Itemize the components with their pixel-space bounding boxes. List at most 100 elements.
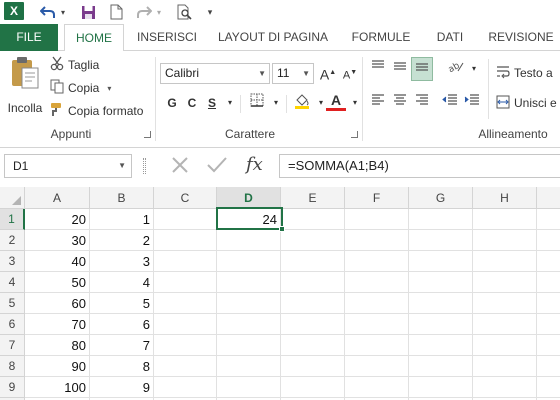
underline-button[interactable]: S (202, 93, 222, 113)
cell-a3[interactable]: 40 (25, 251, 89, 272)
row-header-6[interactable]: 6 (0, 314, 25, 335)
name-box[interactable]: D1 ▼ (4, 154, 132, 178)
align-left-button[interactable] (368, 93, 388, 113)
print-preview-icon[interactable] (174, 2, 194, 22)
orientation-dropdown-icon[interactable]: ▾ (464, 59, 484, 79)
cell-a8[interactable]: 90 (25, 356, 89, 377)
wrap-text-icon (496, 65, 510, 82)
row-header-5[interactable]: 5 (0, 293, 25, 314)
tab-formulas[interactable]: FORMULE (344, 24, 418, 51)
insert-function-button[interactable]: fx (246, 154, 263, 175)
row-header-1[interactable]: 1 (0, 209, 25, 230)
column-header-a[interactable]: A (25, 187, 90, 209)
column-header-c[interactable]: C (154, 187, 217, 209)
cancel-icon[interactable] (170, 155, 190, 178)
formula-input[interactable]: =SOMMA(A1;B4) (279, 154, 560, 178)
cell-b6[interactable]: 6 (90, 314, 153, 335)
cut-button[interactable]: Taglia (50, 55, 99, 75)
column-header-f[interactable]: F (345, 187, 409, 209)
select-all-button[interactable] (0, 187, 25, 209)
borders-dropdown-icon[interactable]: ▾ (266, 93, 286, 113)
enter-check-icon[interactable] (206, 155, 228, 178)
redo-icon[interactable] (134, 2, 154, 22)
tab-data[interactable]: DATI (424, 24, 476, 51)
clipboard-launcher-icon[interactable] (144, 131, 151, 138)
cell-b4[interactable]: 4 (90, 272, 153, 293)
align-bottom-button[interactable] (411, 57, 433, 81)
align-center-button[interactable] (390, 93, 410, 113)
row-header-4[interactable]: 4 (0, 272, 25, 293)
cell-b8[interactable]: 8 (90, 356, 153, 377)
tab-insert[interactable]: INSERISCI (130, 24, 204, 51)
fill-color-button[interactable] (292, 93, 312, 113)
worksheet-grid[interactable]: A B C D E F G H 1 2 3 4 5 6 7 8 9 10 20 … (0, 187, 560, 400)
column-header-i[interactable] (537, 187, 560, 209)
ribbon-divider (362, 57, 363, 141)
font-size-select[interactable]: 11 ▼ (272, 63, 314, 84)
copy-button[interactable]: Copia ▾ (50, 78, 111, 98)
cell-a1[interactable]: 20 (25, 209, 89, 230)
row-header-7[interactable]: 7 (0, 335, 25, 356)
cell-b1[interactable]: 1 (90, 209, 153, 230)
font-color-button[interactable]: A (326, 91, 346, 111)
row-header-8[interactable]: 8 (0, 356, 25, 377)
cell-b7[interactable]: 7 (90, 335, 153, 356)
orientation-button[interactable]: ab (446, 59, 466, 79)
cell-b5[interactable]: 5 (90, 293, 153, 314)
column-header-d[interactable]: D (217, 187, 281, 209)
cell-a7[interactable]: 80 (25, 335, 89, 356)
ribbon-divider (286, 95, 287, 113)
column-header-e[interactable]: E (281, 187, 345, 209)
wrap-text-button[interactable]: Testo a (496, 63, 553, 83)
decrease-indent-button[interactable] (440, 93, 460, 113)
cell-a5[interactable]: 60 (25, 293, 89, 314)
row-header-3[interactable]: 3 (0, 251, 25, 272)
fill-handle[interactable] (279, 226, 285, 232)
customize-toolbar-icon[interactable]: ▾ (204, 2, 216, 22)
align-right-button[interactable] (412, 93, 432, 113)
row-header-2[interactable]: 2 (0, 230, 25, 251)
format-painter-button[interactable]: Copia formato (50, 101, 143, 121)
save-icon[interactable] (78, 2, 98, 22)
align-middle-button[interactable] (390, 59, 410, 79)
undo-dropdown-icon[interactable]: ▾ (58, 2, 68, 22)
undo-icon[interactable] (38, 2, 58, 22)
scissors-icon (50, 56, 64, 74)
new-document-icon[interactable] (106, 2, 126, 22)
tab-file[interactable]: FILE (0, 24, 58, 51)
formula-buttons: fx (160, 154, 274, 178)
format-painter-icon (50, 102, 64, 120)
font-name-select[interactable]: Calibri ▼ (160, 63, 270, 84)
cell-b2[interactable]: 2 (90, 230, 153, 251)
column-header-h[interactable]: H (473, 187, 537, 209)
cell-a2[interactable]: 30 (25, 230, 89, 251)
cell-a6[interactable]: 70 (25, 314, 89, 335)
borders-button[interactable] (247, 93, 267, 113)
align-top-button[interactable] (368, 59, 388, 79)
paste-button[interactable]: Incolla (6, 56, 44, 122)
formula-bar-splitter[interactable] (143, 158, 146, 174)
cell-b9[interactable]: 9 (90, 377, 153, 398)
column-header-g[interactable]: G (409, 187, 473, 209)
row-header-9[interactable]: 9 (0, 377, 25, 398)
align-top-icon (371, 59, 385, 79)
redo-dropdown-icon[interactable]: ▾ (154, 2, 164, 22)
increase-font-button[interactable]: A▲ (318, 63, 338, 83)
underline-dropdown-icon[interactable]: ▾ (220, 93, 240, 113)
cell-b3[interactable]: 3 (90, 251, 153, 272)
merge-center-button[interactable]: Unisci e (496, 93, 557, 113)
copy-dropdown-icon[interactable]: ▾ (107, 84, 111, 93)
tab-page-layout[interactable]: LAYOUT DI PAGINA (210, 24, 336, 51)
decrease-font-button[interactable]: A▼ (340, 63, 360, 83)
tab-home[interactable]: HOME (64, 24, 124, 52)
column-header-b[interactable]: B (90, 187, 154, 209)
increase-indent-button[interactable] (462, 93, 482, 113)
gridline (472, 209, 473, 400)
merge-label: Unisci e (514, 96, 557, 110)
font-launcher-icon[interactable] (351, 131, 358, 138)
cell-a4[interactable]: 50 (25, 272, 89, 293)
tab-review[interactable]: REVISIONE (482, 24, 560, 51)
bold-button[interactable]: G (162, 93, 182, 113)
italic-button[interactable]: C (182, 93, 202, 113)
cell-a9[interactable]: 100 (25, 377, 89, 398)
